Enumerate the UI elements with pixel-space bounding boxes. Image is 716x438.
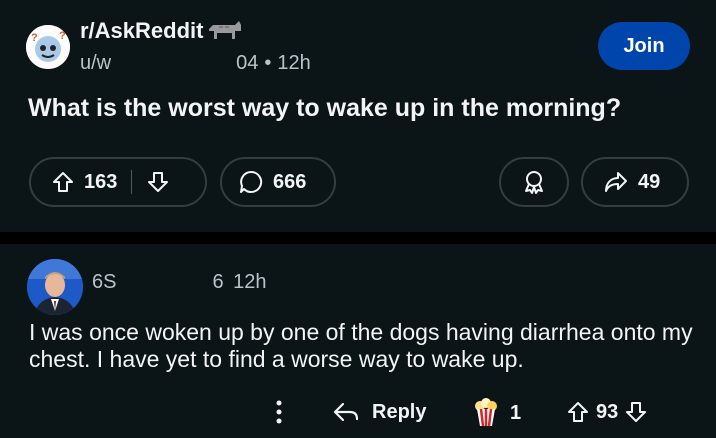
post-card: ? ? r/AskReddit u/w 04 • 12h Join What is t… — [0, 0, 716, 232]
comment-card: 6S 6 12h I was once woken up by one of th… — [0, 244, 716, 438]
comment-author-suffix: 6 — [212, 271, 224, 293]
post-title[interactable]: What is the worst way to wake up in the … — [28, 94, 698, 123]
comment-body: I was once woken up by one of the dogs h… — [29, 319, 693, 372]
post-vote-pill: 163 — [29, 157, 207, 207]
award-outline-icon — [525, 171, 543, 194]
popcorn-icon[interactable] — [470, 396, 502, 428]
share-count: 49 — [638, 170, 661, 193]
comment-age: 12h — [233, 271, 267, 293]
share-button[interactable]: 49 — [581, 157, 689, 207]
redacted-author — [116, 272, 213, 293]
meta-separator: • — [264, 52, 272, 74]
comment-vote: 93 — [566, 394, 648, 430]
post-age: 12h — [277, 52, 311, 74]
join-button[interactable]: Join — [598, 22, 690, 70]
comment-actions: Reply 1 93 — [0, 392, 716, 432]
award-icon — [205, 17, 245, 43]
upvote-icon[interactable] — [566, 400, 590, 424]
award-count: 1 — [510, 402, 522, 424]
downvote-icon[interactable] — [624, 400, 648, 424]
section-divider — [0, 232, 716, 244]
reply-button[interactable]: Reply — [332, 394, 426, 430]
reply-icon — [333, 402, 359, 422]
post-score: 163 — [84, 170, 118, 193]
more-icon[interactable] — [272, 398, 286, 426]
subreddit-icon[interactable]: ? ? — [26, 25, 70, 69]
comments-count: 666 — [273, 170, 307, 193]
svg-text:?: ? — [31, 32, 38, 44]
avatar[interactable] — [27, 259, 83, 315]
comment-meta: 6S 6 12h — [92, 271, 267, 294]
post-author-suffix: 04 — [236, 52, 259, 74]
comments-button[interactable]: 666 — [220, 157, 336, 207]
post-author-prefix[interactable]: u/w — [80, 52, 111, 74]
award-button[interactable] — [499, 157, 569, 207]
redacted-author — [111, 52, 237, 75]
share-icon — [605, 172, 627, 192]
comment-author-prefix[interactable]: 6S — [92, 271, 116, 293]
comment-score: 93 — [596, 400, 619, 423]
reply-label: Reply — [372, 400, 427, 423]
post-meta: u/w 04 • 12h — [80, 52, 311, 75]
upvote-icon[interactable] — [51, 170, 75, 194]
svg-text:?: ? — [59, 30, 66, 42]
downvote-icon[interactable] — [146, 170, 170, 194]
vote-divider — [131, 170, 133, 194]
subreddit-name[interactable]: r/AskReddit — [80, 18, 203, 44]
comment-icon — [240, 170, 263, 193]
